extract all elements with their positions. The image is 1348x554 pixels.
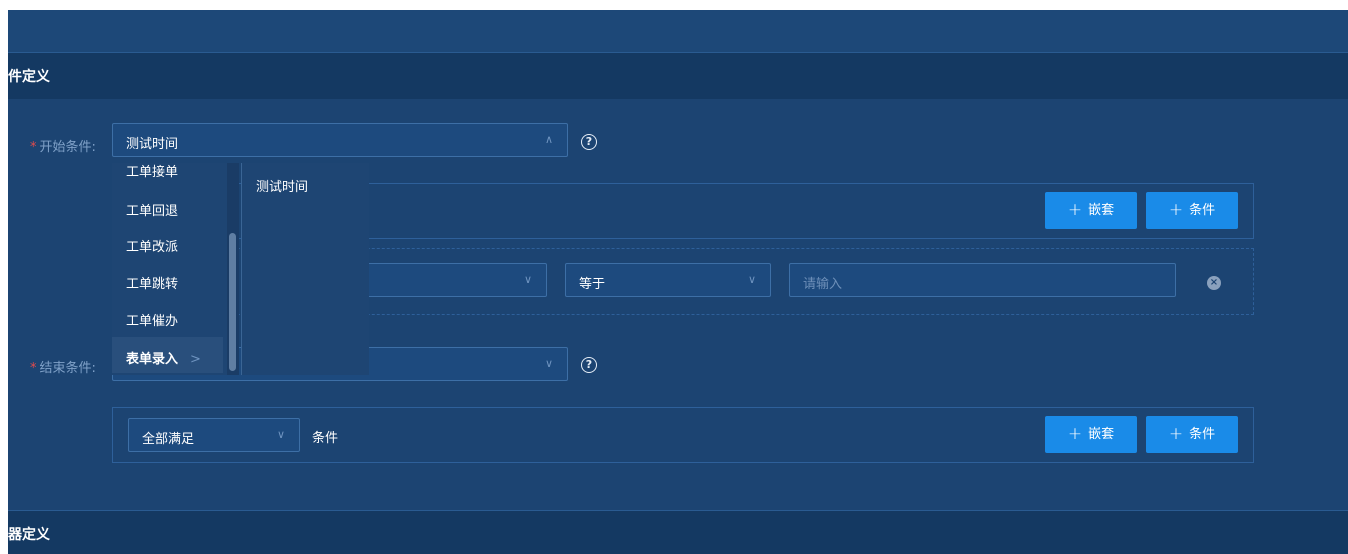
section-header-task: 器定义 xyxy=(8,510,1348,554)
help-icon[interactable]: ? xyxy=(581,357,597,373)
start-add-nest-button[interactable]: + 嵌套 xyxy=(1045,192,1137,229)
required-mark: * xyxy=(30,140,37,155)
rule-field-select[interactable]: ∨ xyxy=(338,263,547,297)
chevron-up-icon: ∧ xyxy=(544,133,553,146)
chevron-right-icon: > xyxy=(190,352,201,367)
chevron-down-icon: ∨ xyxy=(276,428,285,441)
end-match-mode-value: 全部满足 xyxy=(142,432,195,447)
cascader-option-active[interactable]: 表单录入 > xyxy=(112,337,223,373)
cascader-option[interactable]: 工单跳转 xyxy=(126,273,178,292)
end-add-nest-button[interactable]: + 嵌套 xyxy=(1045,416,1137,453)
cascader-menu-level1: 工单接单 工单回退 工单改派 工单跳转 工单催办 表单录入 > xyxy=(112,163,227,375)
required-mark: * xyxy=(30,361,37,376)
section-header-event: 件定义 xyxy=(8,52,1348,99)
cascader-scrollbar[interactable] xyxy=(227,163,239,375)
rule-operator-value: 等于 xyxy=(579,277,606,292)
scrollbar-thumb[interactable] xyxy=(229,233,236,371)
rule-value-input[interactable]: 请输入 xyxy=(789,263,1176,297)
main-panel: 件定义 * 开始条件: 测试时间 ∧ ? + 嵌套 + 条件 ∨ 等于 ∨ 请输入 ×… xyxy=(8,10,1348,554)
remove-rule-icon[interactable]: × xyxy=(1207,276,1221,290)
cascader-option[interactable]: 工单催办 xyxy=(126,310,178,329)
cascader-option[interactable]: 工单改派 xyxy=(126,236,178,255)
cascader-option[interactable]: 工单回退 xyxy=(126,200,178,219)
start-add-condition-button[interactable]: + 条件 xyxy=(1146,192,1238,229)
cascader-option[interactable]: 工单接单 xyxy=(126,163,178,180)
chevron-down-icon: ∨ xyxy=(523,273,532,286)
end-match-mode-select[interactable]: 全部满足 ∨ xyxy=(128,418,300,452)
end-add-condition-button[interactable]: + 条件 xyxy=(1146,416,1238,453)
chevron-down-icon: ∨ xyxy=(747,273,756,286)
section-title-event: 件定义 xyxy=(8,69,50,85)
end-condition-suffix: 条件 xyxy=(312,431,339,446)
rule-value-placeholder: 请输入 xyxy=(803,277,843,292)
chevron-down-icon: ∨ xyxy=(544,357,553,370)
rule-operator-select[interactable]: 等于 ∨ xyxy=(565,263,771,297)
help-icon[interactable]: ? xyxy=(581,134,597,150)
cascader-option[interactable]: 测试时间 xyxy=(256,176,308,195)
section-title-task: 器定义 xyxy=(8,527,50,543)
start-condition-value: 测试时间 xyxy=(126,137,179,152)
start-condition-label: * 开始条件: xyxy=(30,140,96,155)
end-condition-label: * 结束条件: xyxy=(30,361,96,376)
start-condition-select[interactable]: 测试时间 ∧ xyxy=(112,123,568,157)
top-strip xyxy=(8,10,1348,53)
cascader-menu-level2: 测试时间 xyxy=(241,163,369,375)
